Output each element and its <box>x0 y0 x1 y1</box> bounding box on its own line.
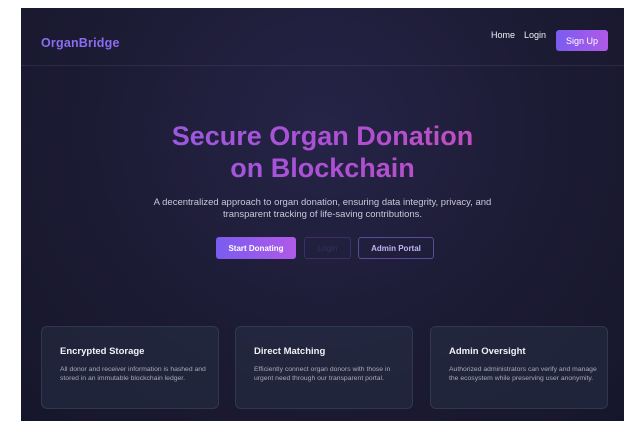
feature-card-text: Efficiently connect organ donors with th… <box>254 366 391 382</box>
feature-card-title: Encrypted Storage <box>60 346 145 357</box>
brand-logo[interactable]: OrganBridge <box>41 36 120 50</box>
feature-card-encrypted-storage: Encrypted Storage All donor and receiver… <box>41 326 219 409</box>
top-navbar: OrganBridge Home Login Sign Up <box>21 8 624 66</box>
feature-card-text: All donor and receiver information is ha… <box>60 366 206 382</box>
nav-link-login[interactable]: Login <box>524 30 546 40</box>
app-screen: OrganBridge Home Login Sign Up Secure Or… <box>21 8 624 421</box>
feature-card-title: Direct Matching <box>254 346 326 357</box>
hero-title-line-2: on Blockchain <box>21 152 624 184</box>
start-donating-button[interactable]: Start Donating <box>216 237 296 259</box>
nav-link-home[interactable]: Home <box>491 30 515 40</box>
feature-card-title: Admin Oversight <box>449 346 526 357</box>
feature-card-text: Authorized administrators can verify and… <box>449 366 597 382</box>
feature-card-admin-oversight: Admin Oversight Authorized administrator… <box>430 326 608 409</box>
feature-card-direct-matching: Direct Matching Efficiently connect orga… <box>235 326 413 409</box>
hero-description: A decentralized approach to organ donati… <box>153 197 492 220</box>
admin-portal-button[interactable]: Admin Portal <box>358 237 434 259</box>
login-button[interactable]: Login <box>304 237 351 259</box>
signup-button[interactable]: Sign Up <box>556 30 608 51</box>
hero-title: Secure Organ Donation on Blockchain <box>21 120 624 184</box>
hero-title-line-1: Secure Organ Donation <box>21 120 624 152</box>
